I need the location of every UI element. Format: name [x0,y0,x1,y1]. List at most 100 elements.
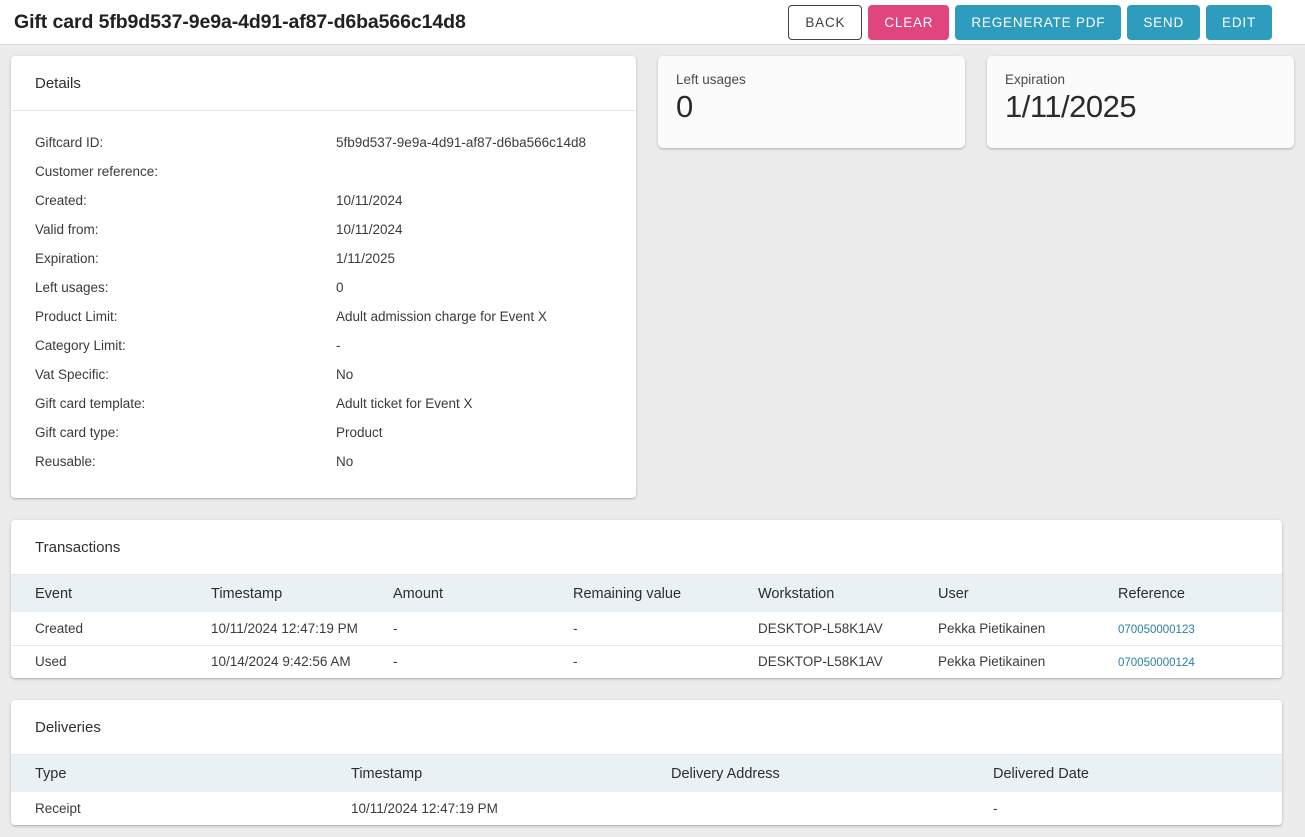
table-row[interactable]: Used 10/14/2024 9:42:56 AM - - DESKTOP-L… [11,645,1282,678]
detail-label: Customer reference: [35,164,159,179]
detail-value: 0 [336,280,344,295]
page-content: Details Giftcard ID: 5fb9d537-9e9a-4d91-… [0,45,1305,825]
detail-row: Created: 10/11/2024 [11,186,636,215]
detail-value: Adult ticket for Event X [336,396,473,411]
transactions-table-head: Event Timestamp Amount Remaining value W… [11,575,1282,612]
deliveries-table-head: Type Timestamp Delivery Address Delivere… [11,755,1282,792]
transactions-card-header: Transactions [11,520,1282,575]
column-header-timestamp[interactable]: Timestamp [211,575,393,612]
detail-row: Gift card template: Adult ticket for Eve… [11,389,636,418]
detail-row: Product Limit: Adult admission charge fo… [11,302,636,331]
cell-timestamp: 10/11/2024 12:47:19 PM [351,792,671,825]
detail-label: Reusable: [35,454,96,469]
cell-workstation: DESKTOP-L58K1AV [758,645,938,678]
detail-value: No [336,454,354,469]
deliveries-card-header: Deliveries [11,700,1282,755]
detail-row: Reusable: No [11,447,636,476]
edit-button[interactable]: EDIT [1206,4,1272,40]
detail-value: Product [336,425,383,440]
table-header-row: Event Timestamp Amount Remaining value W… [11,575,1282,612]
column-header-delivered-date[interactable]: Delivered Date [993,755,1282,792]
cell-reference: 070050000124 [1118,645,1282,678]
detail-value: 1/11/2025 [336,251,396,266]
detail-row: Expiration: 1/11/2025 [11,244,636,273]
detail-label: Expiration: [35,251,99,266]
detail-row: Left usages: 0 [11,273,636,302]
table-row[interactable]: Created 10/11/2024 12:47:19 PM - - DESKT… [11,612,1282,646]
detail-value: No [336,367,354,382]
detail-value: - [336,338,341,353]
detail-label: Category Limit: [35,338,126,353]
back-button[interactable]: BACK [788,4,863,40]
table-row[interactable]: Receipt 10/11/2024 12:47:19 PM - [11,792,1282,825]
cell-remaining-value: - [573,645,758,678]
column-header-delivery-address[interactable]: Delivery Address [671,755,993,792]
left-usages-label: Left usages [676,72,746,87]
detail-label: Gift card type: [35,425,120,440]
column-header-user[interactable]: User [938,575,1118,612]
deliveries-card-title: Deliveries [35,718,101,736]
cell-reference: 070050000123 [1118,612,1282,646]
detail-row: Gift card type: Product [11,418,636,447]
cell-timestamp: 10/11/2024 12:47:19 PM [211,612,393,646]
top-toolbar: Gift card 5fb9d537-9e9a-4d91-af87-d6ba56… [0,0,1305,45]
details-card: Details Giftcard ID: 5fb9d537-9e9a-4d91-… [11,56,636,498]
cell-event: Used [11,645,211,678]
cell-amount: - [393,645,573,678]
detail-label: Valid from: [35,222,99,237]
detail-row: Giftcard ID: 5fb9d537-9e9a-4d91-af87-d6b… [11,128,636,157]
detail-value: 10/11/2024 [336,193,403,208]
column-header-remaining-value[interactable]: Remaining value [573,575,758,612]
cell-delivered-date: - [993,792,1282,825]
detail-label: Created: [35,193,87,208]
column-header-event[interactable]: Event [11,575,211,612]
deliveries-table: Type Timestamp Delivery Address Delivere… [11,755,1282,825]
detail-row: Valid from: 10/11/2024 [11,215,636,244]
cell-user: Pekka Pietikainen [938,645,1118,678]
cell-timestamp: 10/14/2024 9:42:56 AM [211,645,393,678]
transactions-card: Transactions Event Timestamp Amount Rema… [11,520,1282,678]
detail-row: Vat Specific: No [11,360,636,389]
expiration-label: Expiration [1005,72,1066,87]
cell-user: Pekka Pietikainen [938,612,1118,646]
details-card-header: Details [11,56,636,111]
left-usages-card: Left usages 0 [658,56,965,148]
column-header-timestamp[interactable]: Timestamp [351,755,671,792]
deliveries-table-body: Receipt 10/11/2024 12:47:19 PM - [11,792,1282,825]
clear-button[interactable]: CLEAR [868,4,950,40]
regenerate-pdf-button[interactable]: REGENERATE PDF [955,4,1122,40]
table-header-row: Type Timestamp Delivery Address Delivere… [11,755,1282,792]
column-header-amount[interactable]: Amount [393,575,573,612]
expiration-value: 1/11/2025 [1005,89,1137,124]
cell-delivery-address [671,792,993,825]
detail-label: Giftcard ID: [35,135,104,150]
top-row: Details Giftcard ID: 5fb9d537-9e9a-4d91-… [11,56,1294,498]
cell-amount: - [393,612,573,646]
expiration-card: Expiration 1/11/2025 [987,56,1294,148]
send-button[interactable]: SEND [1127,4,1201,40]
reference-link[interactable]: 070050000123 [1118,624,1195,636]
detail-label: Vat Specific: [35,367,110,382]
column-header-type[interactable]: Type [11,755,351,792]
detail-label: Product Limit: [35,309,118,324]
detail-value: Adult admission charge for Event X [336,309,547,324]
detail-row: Customer reference: [11,157,636,186]
details-list: Giftcard ID: 5fb9d537-9e9a-4d91-af87-d6b… [11,111,636,498]
detail-label: Left usages: [35,280,109,295]
transactions-card-title: Transactions [35,538,121,556]
column-header-workstation[interactable]: Workstation [758,575,938,612]
cell-workstation: DESKTOP-L58K1AV [758,612,938,646]
page-title: Gift card 5fb9d537-9e9a-4d91-af87-d6ba56… [14,10,466,33]
detail-value: 10/11/2024 [336,222,403,237]
left-usages-value: 0 [676,89,693,124]
stat-cards: Left usages 0 Expiration 1/11/2025 [658,56,1294,148]
cell-remaining-value: - [573,612,758,646]
transactions-table-body: Created 10/11/2024 12:47:19 PM - - DESKT… [11,612,1282,678]
cell-type: Receipt [11,792,351,825]
deliveries-card: Deliveries Type Timestamp Delivery Addre… [11,700,1282,825]
detail-value: 5fb9d537-9e9a-4d91-af87-d6ba566c14d8 [336,135,586,150]
detail-row: Category Limit: - [11,331,636,360]
column-header-reference[interactable]: Reference [1118,575,1282,612]
reference-link[interactable]: 070050000124 [1118,657,1195,669]
cell-event: Created [11,612,211,646]
